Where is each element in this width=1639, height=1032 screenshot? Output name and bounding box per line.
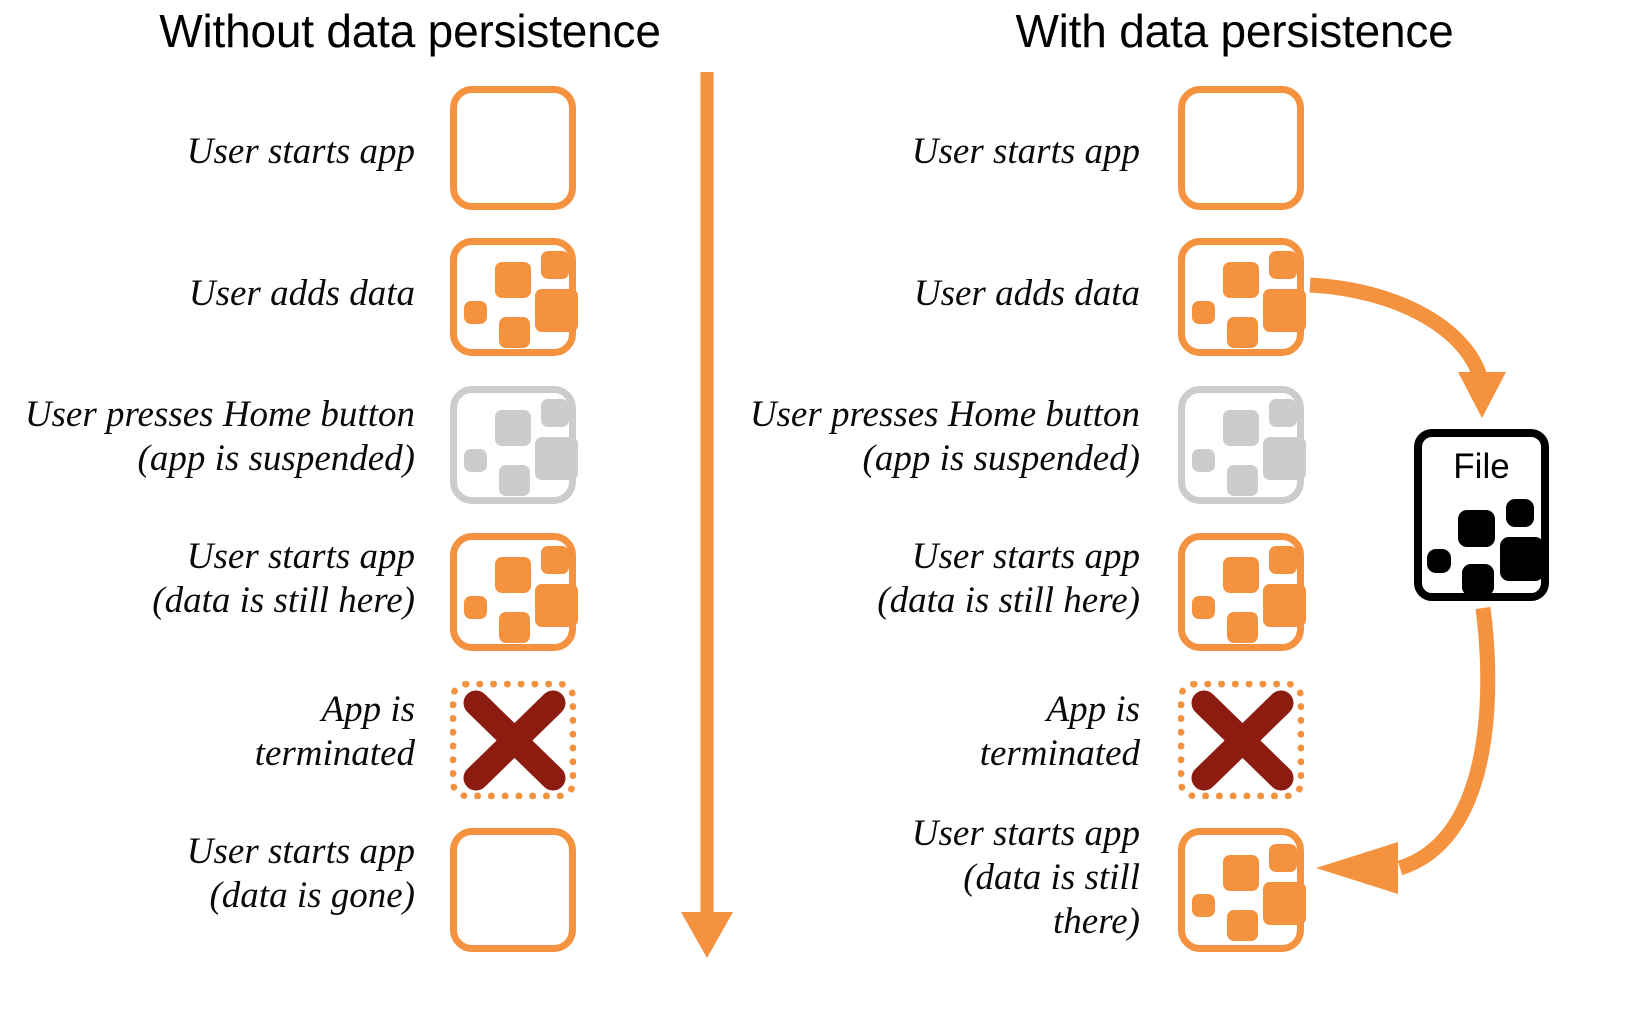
data-square xyxy=(1269,251,1297,279)
data-square xyxy=(499,317,530,348)
app-box-terminated xyxy=(450,681,576,799)
file-data-square xyxy=(1462,564,1494,596)
app-box-with-data-persist xyxy=(1178,238,1306,356)
left-step-label-1: User starts app xyxy=(186,131,415,172)
data-square xyxy=(1269,546,1297,574)
app-box-empty-after-terminate xyxy=(450,828,576,952)
right-step-label-3: User presses Home button (app is suspend… xyxy=(749,394,1140,479)
file-box-label: File xyxy=(1453,447,1510,486)
data-square xyxy=(535,584,578,627)
right-step-label-5: App is terminated xyxy=(979,689,1140,774)
data-square xyxy=(535,289,578,332)
data-square xyxy=(1263,882,1306,925)
right-step-label-4: User starts app (data is still here) xyxy=(877,536,1140,621)
app-box-restored-data xyxy=(450,533,578,651)
right-step-label-2: User adds data xyxy=(913,273,1140,314)
data-square xyxy=(1192,894,1215,917)
data-square xyxy=(541,546,569,574)
app-box-with-data xyxy=(450,238,578,356)
data-square-suspended xyxy=(1223,410,1259,446)
data-square xyxy=(464,301,487,324)
app-box-empty-start-persist xyxy=(1178,86,1304,210)
data-square xyxy=(1263,584,1306,627)
data-square xyxy=(464,596,487,619)
data-square xyxy=(495,557,531,593)
column-title-with-persistence: With data persistence xyxy=(1015,5,1454,57)
data-square xyxy=(1227,317,1258,348)
app-box-reloaded-from-file xyxy=(1178,828,1306,952)
app-box-suspended xyxy=(450,386,578,504)
file-data-square xyxy=(1458,510,1495,547)
file-data-square xyxy=(1500,537,1544,581)
left-step-label-6: User starts app (data is gone) xyxy=(186,831,415,916)
diagram-canvas: Without data persistence With data persi… xyxy=(0,0,1639,1032)
file-data-square xyxy=(1427,549,1451,573)
left-step-label-4: User starts app (data is still here) xyxy=(152,536,415,621)
data-square-suspended xyxy=(499,465,530,496)
data-square xyxy=(541,251,569,279)
right-step-label-1: User starts app xyxy=(911,131,1140,172)
data-square xyxy=(1192,596,1215,619)
data-square xyxy=(1227,612,1258,643)
data-square-suspended xyxy=(1192,449,1215,472)
file-data-square xyxy=(1506,499,1534,527)
data-square-suspended xyxy=(495,410,531,446)
data-square xyxy=(1269,844,1297,872)
data-square-suspended xyxy=(1269,399,1297,427)
left-step-label-2: User adds data xyxy=(188,273,415,314)
data-square-suspended xyxy=(1263,437,1306,480)
app-box-empty-start xyxy=(450,86,576,210)
data-square-suspended xyxy=(1227,465,1258,496)
data-square-suspended xyxy=(535,437,578,480)
data-square xyxy=(1263,289,1306,332)
data-square xyxy=(499,612,530,643)
restore-from-file-arrow xyxy=(1316,607,1496,894)
data-square xyxy=(1223,855,1259,891)
column-title-without-persistence: Without data persistence xyxy=(159,5,661,57)
data-square-suspended xyxy=(464,449,487,472)
app-box-suspended-persist xyxy=(1178,386,1306,504)
file-box: File xyxy=(1414,429,1549,601)
app-box-restored-data-persist xyxy=(1178,533,1306,651)
save-to-file-arrow xyxy=(1309,277,1506,418)
data-square xyxy=(1192,301,1215,324)
data-square xyxy=(1223,557,1259,593)
left-step-label-3: User presses Home button (app is suspend… xyxy=(24,394,415,479)
data-square xyxy=(1223,262,1259,298)
app-box-terminated-persist xyxy=(1178,681,1304,799)
left-step-label-5: App is terminated xyxy=(254,689,415,774)
data-square xyxy=(495,262,531,298)
data-square xyxy=(1227,910,1258,941)
right-step-label-6: User starts app (data is still there) xyxy=(911,813,1140,942)
data-square-suspended xyxy=(541,399,569,427)
